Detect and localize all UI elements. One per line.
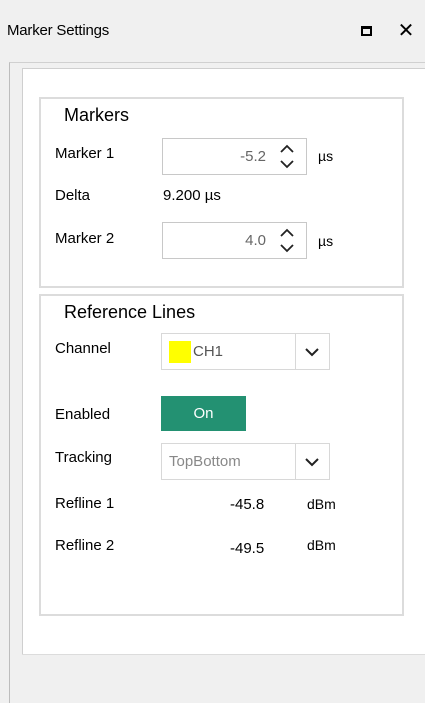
- panel-divider: [22, 654, 425, 655]
- marker1-unit: µs: [318, 148, 334, 164]
- tracking-dropdown[interactable]: TopBottom: [161, 443, 330, 480]
- chevron-down-icon[interactable]: [304, 457, 320, 467]
- dropdown-divider: [295, 444, 296, 479]
- delta-label: Delta: [55, 187, 91, 204]
- marker1-spinbox[interactable]: -5.2: [162, 138, 307, 175]
- chevron-down-icon[interactable]: [304, 347, 320, 357]
- close-button[interactable]: ✕: [393, 18, 419, 44]
- refline2-label: Refline 2: [55, 537, 115, 554]
- channel-color-swatch: [169, 341, 191, 363]
- channel-label: Channel: [55, 340, 111, 357]
- spin-arrows-icon[interactable]: [279, 141, 295, 172]
- marker2-value: 4.0: [245, 232, 266, 249]
- channel-value: CH1: [193, 343, 224, 360]
- enabled-toggle[interactable]: On: [161, 396, 246, 431]
- channel-dropdown[interactable]: CH1: [161, 333, 330, 370]
- marker1-value: -5.2: [240, 148, 266, 165]
- spin-arrows-icon[interactable]: [279, 225, 295, 256]
- dropdown-divider: [295, 334, 296, 369]
- refline1-unit: dBm: [307, 496, 336, 512]
- marker2-label: Marker 2: [55, 230, 115, 247]
- refline1-label: Refline 1: [55, 495, 115, 512]
- marker2-unit: µs: [318, 233, 334, 249]
- marker1-label: Marker 1: [55, 145, 115, 162]
- reference-lines-group-title: Reference Lines: [64, 302, 196, 322]
- markers-group-title: Markers: [64, 105, 130, 125]
- tracking-label: Tracking: [55, 449, 112, 466]
- title-bar: Marker Settings ✕: [0, 0, 425, 62]
- enabled-label: Enabled: [55, 406, 111, 423]
- marker2-spinbox[interactable]: 4.0: [162, 222, 307, 259]
- delta-value: 9.200 µs: [163, 187, 221, 204]
- enabled-toggle-label: On: [193, 405, 214, 422]
- refline2-value: -49.5: [230, 540, 265, 557]
- maximize-button[interactable]: [353, 18, 379, 44]
- window-title: Marker Settings: [7, 22, 110, 39]
- maximize-icon: [360, 26, 372, 36]
- close-icon: ✕: [397, 20, 415, 42]
- refline2-unit: dBm: [307, 537, 336, 553]
- tracking-value: TopBottom: [169, 453, 241, 470]
- refline1-value: -45.8: [230, 496, 265, 513]
